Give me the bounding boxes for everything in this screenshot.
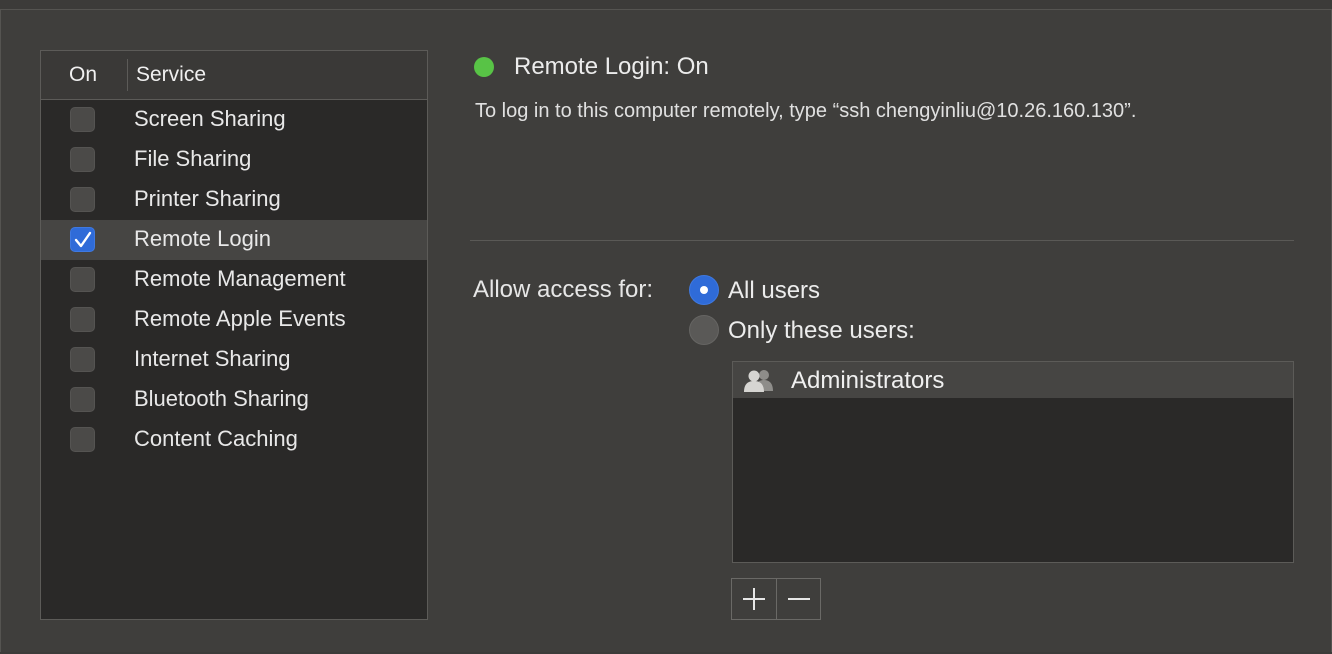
add-remove-buttons <box>731 578 821 620</box>
service-label: Screen Sharing <box>134 106 286 131</box>
service-row[interactable]: Printer Sharing <box>41 180 427 220</box>
allow-access-label: Allow access for: <box>473 276 654 303</box>
checkmark-icon <box>74 231 92 248</box>
service-label: Content Caching <box>134 426 298 451</box>
column-header-on[interactable]: On <box>69 63 97 87</box>
service-row[interactable]: Bluetooth Sharing <box>41 380 427 420</box>
radio-all-users[interactable] <box>689 275 719 305</box>
service-checkbox[interactable] <box>70 387 95 412</box>
service-row[interactable]: Remote Login <box>41 220 427 260</box>
remove-user-button[interactable] <box>777 579 821 619</box>
service-label: Printer Sharing <box>134 186 281 211</box>
status-indicator-icon <box>474 57 494 77</box>
service-row[interactable]: File Sharing <box>41 140 427 180</box>
services-table-header: On Service <box>41 51 427 100</box>
service-checkbox[interactable] <box>70 187 95 212</box>
radio-only-these-users-label[interactable]: Only these users: <box>728 317 915 345</box>
radio-all-users-label[interactable]: All users <box>728 277 820 305</box>
service-label: Bluetooth Sharing <box>134 386 309 411</box>
minus-icon <box>788 598 810 600</box>
service-label: Internet Sharing <box>134 346 291 371</box>
service-checkbox[interactable] <box>70 107 95 132</box>
users-list[interactable]: Administrators <box>732 361 1294 563</box>
column-header-service[interactable]: Service <box>136 63 206 87</box>
service-label: Remote Apple Events <box>134 306 346 331</box>
service-checkbox[interactable] <box>70 307 95 332</box>
service-row[interactable]: Internet Sharing <box>41 340 427 380</box>
column-separator <box>127 59 128 91</box>
service-label: File Sharing <box>134 146 252 171</box>
service-row[interactable]: Remote Apple Events <box>41 300 427 340</box>
service-checkbox[interactable] <box>70 267 95 292</box>
status-title: Remote Login: On <box>514 53 709 80</box>
plus-icon <box>743 588 765 610</box>
service-row[interactable]: Remote Management <box>41 260 427 300</box>
service-checkbox[interactable] <box>70 427 95 452</box>
service-label: Remote Login <box>134 226 271 251</box>
service-checkbox[interactable] <box>70 147 95 172</box>
window-top-edge <box>0 0 1332 10</box>
service-row[interactable]: Content Caching <box>41 420 427 460</box>
user-name: Administrators <box>791 367 945 394</box>
list-item[interactable]: Administrators <box>733 362 1293 398</box>
group-icon <box>741 368 777 397</box>
service-label: Remote Management <box>134 266 346 291</box>
add-user-button[interactable] <box>732 579 777 619</box>
status-description: To log in to this computer remotely, typ… <box>475 100 1137 122</box>
service-row[interactable]: Screen Sharing <box>41 100 427 140</box>
section-divider <box>470 240 1294 241</box>
radio-only-these-users[interactable] <box>689 315 719 345</box>
service-checkbox[interactable] <box>70 227 95 252</box>
services-table[interactable]: On Service Screen Sharing File Sharing Pri… <box>40 50 428 620</box>
service-checkbox[interactable] <box>70 347 95 372</box>
